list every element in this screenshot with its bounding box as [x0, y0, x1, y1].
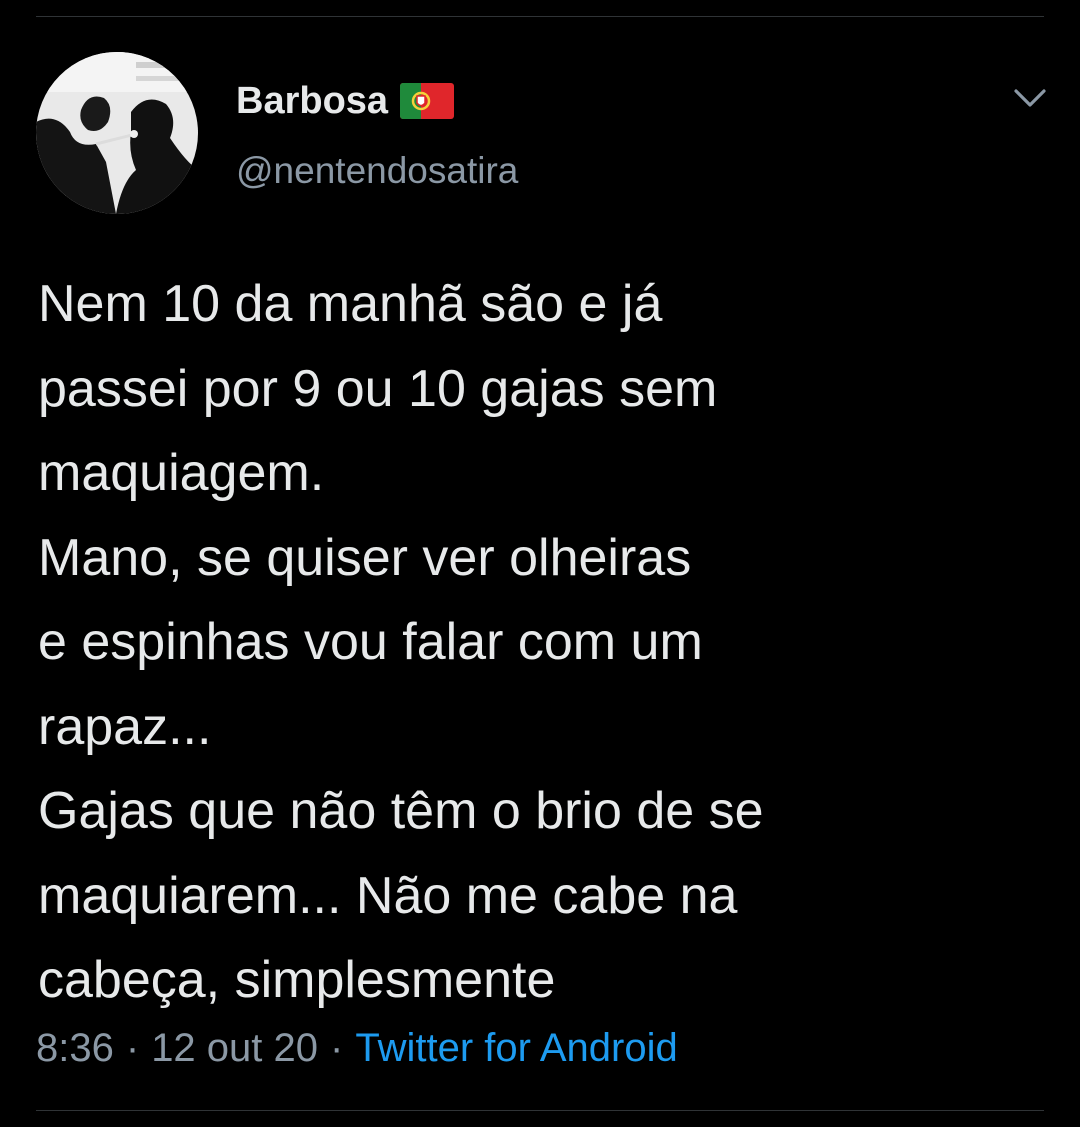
tweet-text-line: e espinhas vou falar com um — [38, 613, 703, 671]
tweet-source-link[interactable]: Twitter for Android — [355, 1026, 677, 1071]
tweet-time[interactable]: 8:36 — [36, 1026, 114, 1071]
tweet-text-line: maquiarem... Não me cabe na — [38, 866, 738, 925]
top-divider — [36, 16, 1044, 17]
tweet-text-line: cabeça, simplesmente — [38, 951, 556, 1009]
author-display-name[interactable]: Barbosa — [236, 80, 388, 123]
avatar[interactable] — [36, 52, 198, 214]
meta-separator: · — [125, 1025, 140, 1070]
tweet-text-line: maquiagem. — [38, 444, 325, 502]
tweet-text-line: Gajas que não têm o brio de se — [38, 782, 764, 840]
meta-separator: · — [330, 1025, 344, 1070]
tweet-text-line: rapaz... — [38, 697, 212, 756]
author-name-row: Barbosa — [236, 76, 455, 126]
tweet-text: Nem 10 da manhã são e já passei por 9 ou… — [38, 262, 1048, 1023]
bottom-divider — [36, 1110, 1044, 1111]
tweet-text-line: Nem 10 da manhã são e já — [38, 275, 663, 333]
portugal-flag-icon — [400, 83, 455, 119]
tweet-text-line: Mano, se quiser ver olheiras — [38, 528, 692, 587]
author-handle[interactable]: @nentendosatira — [236, 150, 518, 192]
chevron-down-icon[interactable] — [1010, 82, 1050, 114]
avatar-image — [36, 52, 198, 214]
tweet-date[interactable]: 12 out 20 — [151, 1026, 318, 1071]
tweet-text-line: passei por 9 ou 10 gajas sem — [38, 359, 718, 418]
tweet-meta: 8:36 · 12 out 20 · Twitter for Android — [36, 1020, 678, 1076]
